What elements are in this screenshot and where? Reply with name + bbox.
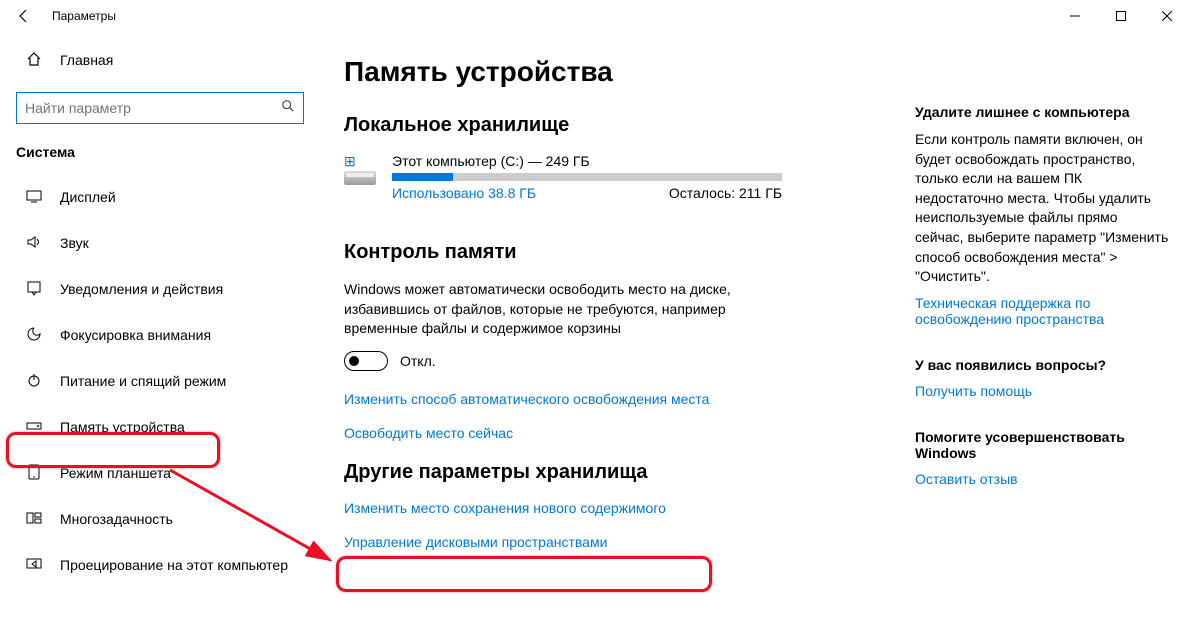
sidebar-home[interactable]: Главная	[0, 40, 320, 80]
aside-questions-heading: У вас появились вопросы?	[915, 357, 1170, 373]
close-button[interactable]	[1144, 0, 1190, 32]
minimize-button[interactable]	[1052, 0, 1098, 32]
projecting-icon	[24, 556, 44, 575]
page-title: Память устройства	[344, 56, 895, 88]
link-free-now[interactable]: Освободить место сейчас	[344, 425, 895, 441]
aside-cleanup-heading: Удалите лишнее с компьютера	[915, 104, 1170, 120]
back-button[interactable]	[8, 0, 40, 32]
toggle-state-label: Откл.	[400, 353, 436, 369]
aside-feedback-link[interactable]: Оставить отзыв	[915, 471, 1170, 487]
sidebar-item-notifications[interactable]: Уведомления и действия	[0, 266, 320, 312]
power-icon	[24, 372, 44, 391]
aside-cleanup-link[interactable]: Техническая поддержка по освобождению пр…	[915, 295, 1170, 327]
storage-sense-desc: Windows может автоматически освободить м…	[344, 280, 774, 339]
sidebar-item-label: Фокусировка внимания	[60, 327, 211, 343]
link-change-auto-free[interactable]: Изменить способ автоматического освобожд…	[344, 391, 895, 407]
other-storage-heading: Другие параметры хранилища	[344, 461, 895, 484]
display-icon	[24, 188, 44, 207]
sidebar-item-label: Звук	[60, 235, 89, 251]
sidebar-item-focus[interactable]: Фокусировка внимания	[0, 312, 320, 358]
focus-icon	[24, 326, 44, 345]
link-manage-storage-spaces[interactable]: Управление дисковыми пространствами	[344, 534, 895, 550]
home-icon	[24, 51, 44, 70]
sidebar-item-label: Память устройства	[60, 419, 185, 435]
aside-panel: Удалите лишнее с компьютера Если контрол…	[915, 56, 1170, 633]
sidebar-item-label: Проецирование на этот компьютер	[60, 557, 288, 573]
sound-icon	[24, 234, 44, 253]
aside-improve-heading: Помогите усовершенствовать Windows	[915, 429, 1170, 461]
sidebar-item-tablet[interactable]: Режим планшета	[0, 450, 320, 496]
sidebar-item-display[interactable]: Дисплей	[0, 174, 320, 220]
sidebar: Главная Система Дисплей Звук Уведомления…	[0, 32, 320, 633]
sidebar-home-label: Главная	[60, 52, 113, 68]
aside-cleanup-desc: Если контроль памяти включен, он будет о…	[915, 130, 1170, 287]
aside-help-link[interactable]: Получить помощь	[915, 383, 1170, 399]
storage-used-link[interactable]: Использовано 38.8 ГБ	[392, 185, 536, 201]
storage-remaining: Осталось: 211 ГБ	[669, 185, 782, 201]
sidebar-item-storage[interactable]: Память устройства	[0, 404, 320, 450]
sidebar-item-label: Многозадачность	[60, 511, 173, 527]
window-title: Параметры	[52, 9, 116, 23]
titlebar: Параметры	[0, 0, 1190, 32]
tablet-icon	[24, 464, 44, 483]
sidebar-item-sound[interactable]: Звук	[0, 220, 320, 266]
drive-label: Этот компьютер (C:) — 249 ГБ	[392, 153, 895, 169]
multitask-icon	[24, 510, 44, 529]
drive-icon: ⊞	[344, 153, 376, 185]
search-box[interactable]	[16, 92, 304, 124]
sidebar-item-label: Дисплей	[60, 189, 116, 205]
drive-row[interactable]: ⊞ Этот компьютер (C:) — 249 ГБ Использов…	[344, 153, 895, 201]
main-content: Память устройства Локальное хранилище ⊞ …	[344, 56, 895, 633]
notifications-icon	[24, 280, 44, 299]
search-input[interactable]	[25, 100, 281, 116]
sidebar-item-power[interactable]: Питание и спящий режим	[0, 358, 320, 404]
storage-icon	[24, 418, 44, 437]
local-storage-heading: Локальное хранилище	[344, 114, 895, 137]
link-change-save-location[interactable]: Изменить место сохранения нового содержи…	[344, 500, 895, 516]
sidebar-item-projecting[interactable]: Проецирование на этот компьютер	[0, 542, 320, 588]
sidebar-item-label: Режим планшета	[60, 465, 171, 481]
storage-sense-toggle[interactable]	[344, 351, 388, 371]
sidebar-group-label: Система	[0, 144, 320, 174]
storage-bar	[392, 173, 782, 181]
sidebar-item-label: Питание и спящий режим	[60, 373, 226, 389]
storage-sense-heading: Контроль памяти	[344, 241, 895, 264]
maximize-button[interactable]	[1098, 0, 1144, 32]
sidebar-item-multitask[interactable]: Многозадачность	[0, 496, 320, 542]
search-icon	[281, 99, 295, 118]
sidebar-item-label: Уведомления и действия	[60, 281, 223, 297]
